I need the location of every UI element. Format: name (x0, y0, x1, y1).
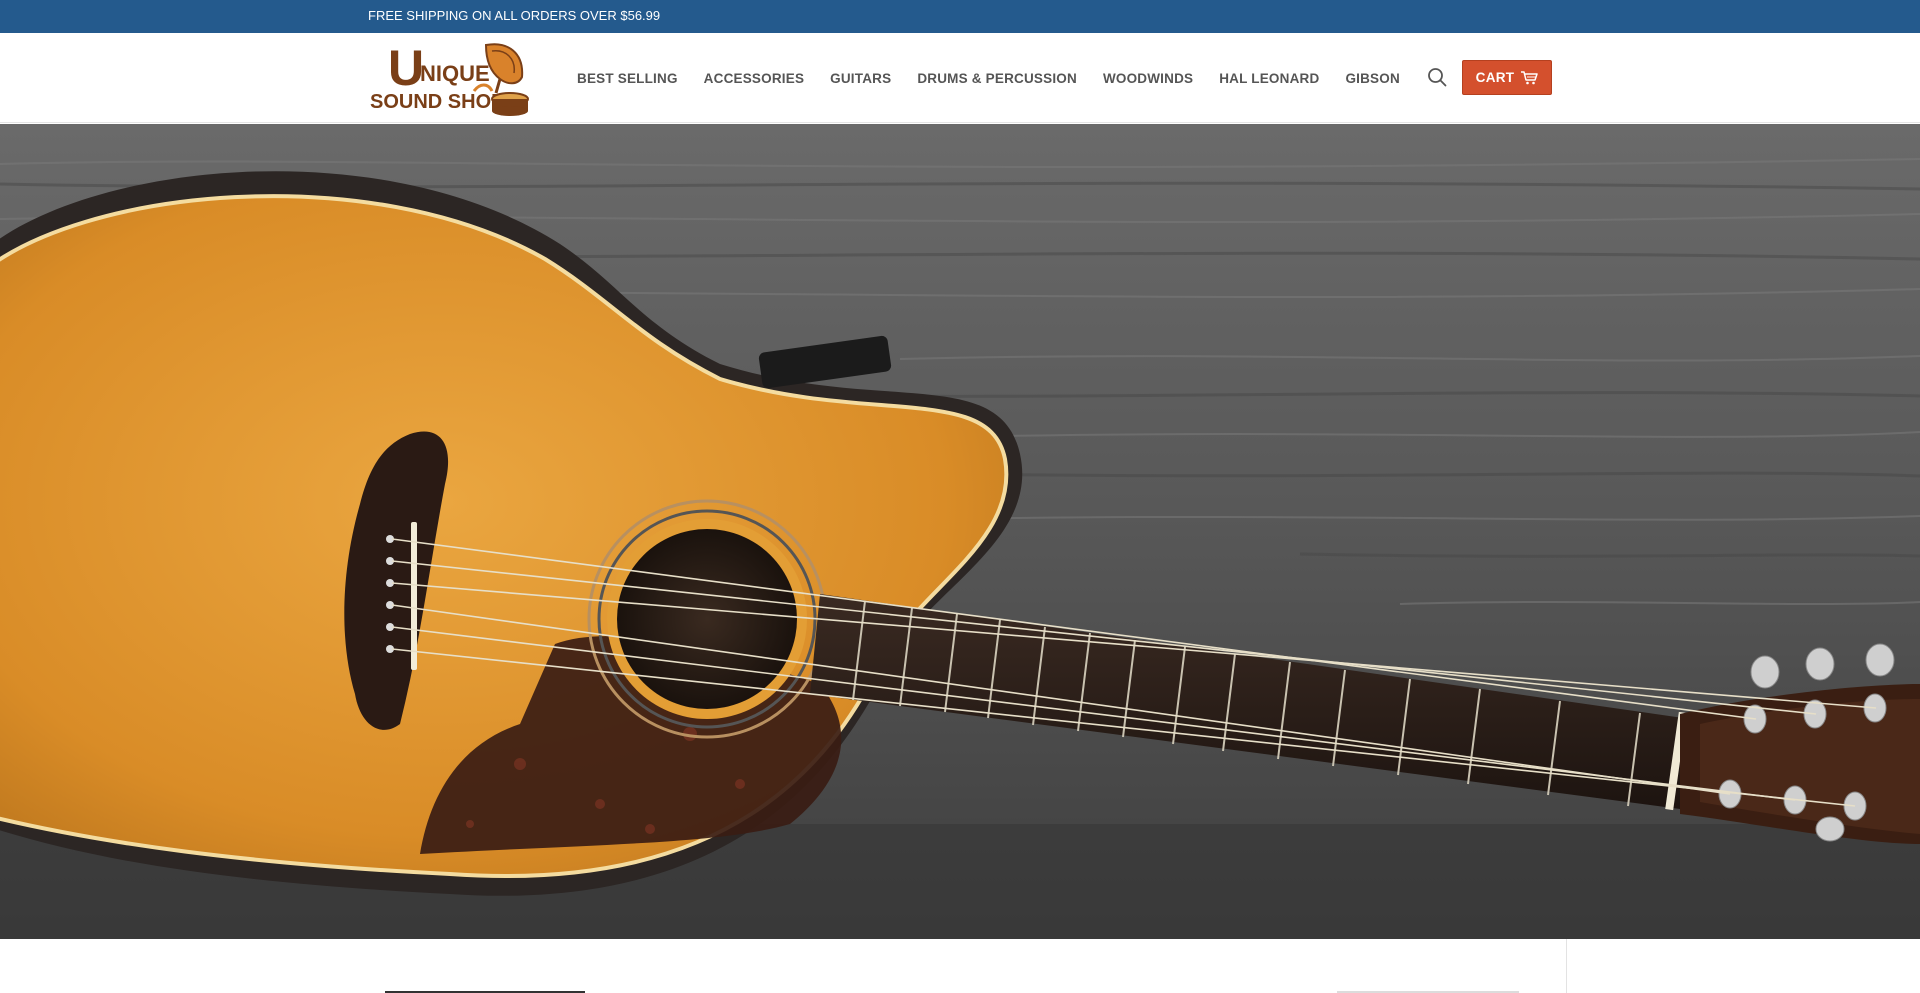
site-logo[interactable]: U NIQUE SOUND SHOP (368, 39, 542, 117)
cart-label: CART (1475, 70, 1515, 85)
search-icon[interactable] (1427, 67, 1447, 87)
logo-line2: SOUND SHOP (370, 91, 504, 113)
hero-guitar-image (0, 124, 1920, 939)
cart-icon (1520, 70, 1539, 85)
announcement-bar: FREE SHIPPING ON ALL ORDERS OVER $56.99 (0, 0, 1920, 33)
announcement-text: FREE SHIPPING ON ALL ORDERS OVER $56.99 (368, 8, 661, 23)
nav-item-accessories[interactable]: ACCESSORIES (704, 71, 804, 86)
logo-line1: NIQUE (420, 61, 490, 86)
sidebar-divider (1566, 939, 1567, 993)
nav-item-woodwinds[interactable]: WOODWINDS (1103, 71, 1193, 86)
hero-banner[interactable] (0, 124, 1920, 939)
nav-item-drums-percussion[interactable]: DRUMS & PERCUSSION (917, 71, 1077, 86)
main-nav: BEST SELLING ACCESSORIES GUITARS DRUMS &… (577, 33, 1426, 123)
logo-initial: U (388, 40, 424, 96)
nav-item-best-selling[interactable]: BEST SELLING (577, 71, 678, 86)
nav-item-gibson[interactable]: GIBSON (1345, 71, 1399, 86)
cart-button[interactable]: CART (1462, 60, 1552, 95)
content-section (0, 939, 1920, 993)
nav-item-hal-leonard[interactable]: HAL LEONARD (1219, 71, 1319, 86)
site-header: U NIQUE SOUND SHOP BEST SELLING ACCESSOR… (0, 33, 1920, 123)
nav-item-guitars[interactable]: GUITARS (830, 71, 891, 86)
